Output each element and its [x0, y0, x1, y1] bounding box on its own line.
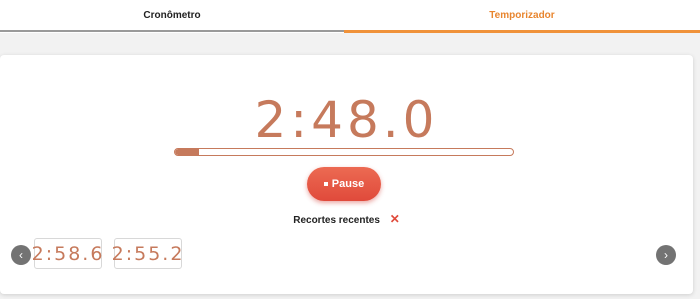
- clip-item[interactable]: 2:58.6: [32, 238, 102, 269]
- clear-recent-icon[interactable]: ✕: [390, 212, 400, 226]
- clip-item[interactable]: 2:55.2: [112, 238, 182, 269]
- previous-icon[interactable]: ‹: [11, 245, 31, 265]
- recent-clips-title: Recortes recentes: [293, 215, 380, 226]
- recent-clips-strip: ‹ 2:58.6 2:55.2 ›: [0, 231, 693, 281]
- tab-timer[interactable]: Temporizador: [344, 0, 700, 33]
- tab-timer-label: Temporizador: [489, 9, 555, 21]
- pause-button-label: Pause: [331, 178, 365, 190]
- pause-icon: [323, 182, 328, 186]
- tab-stopwatch-label: Cronômetro: [143, 9, 201, 21]
- pause-button[interactable]: Pause: [307, 167, 381, 201]
- timer-card: 2:48.0 Pause Recortes recentes ✕ ‹ 2:58.…: [0, 55, 693, 294]
- timer-progress-fill: [175, 149, 199, 155]
- top-navigation: Cronômetro Temporizador: [0, 0, 700, 33]
- recent-clips-header: Recortes recentes ✕: [0, 212, 693, 226]
- timer-display: 2:48.0: [254, 91, 439, 149]
- tab-stopwatch[interactable]: Cronômetro: [0, 0, 344, 32]
- timer-progress-bar: [174, 148, 514, 156]
- next-icon[interactable]: ›: [656, 245, 676, 265]
